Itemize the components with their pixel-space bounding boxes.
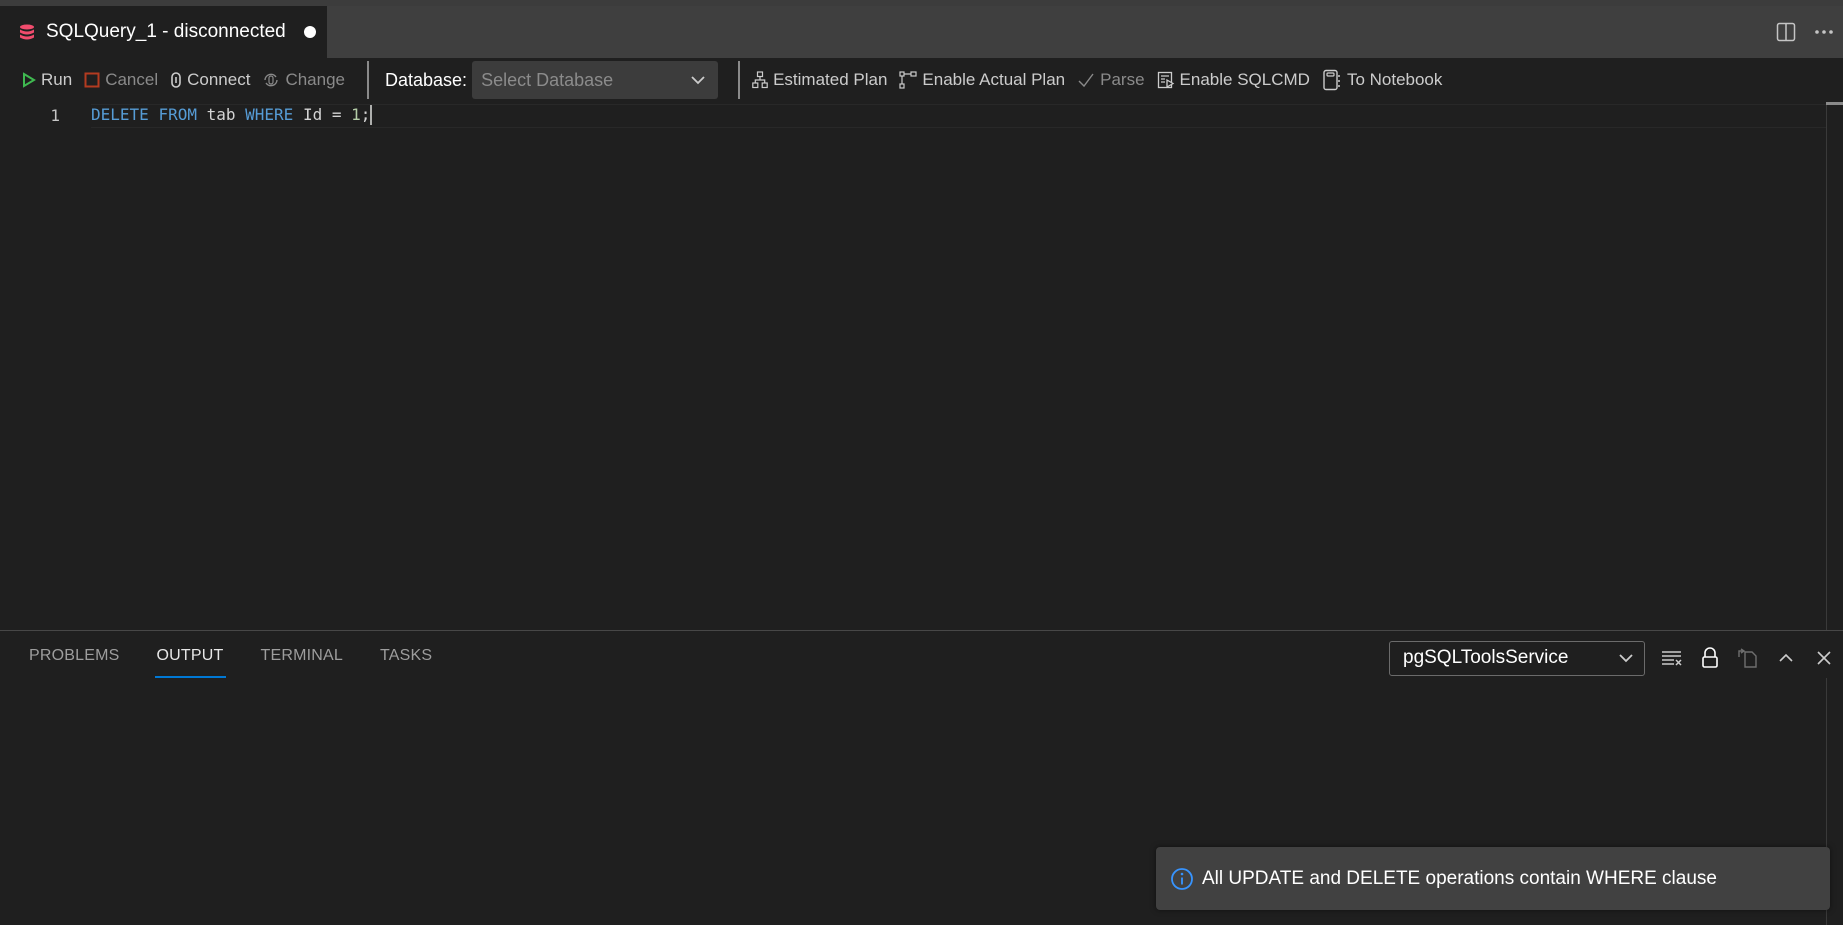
lock-scroll-icon[interactable] <box>1691 640 1729 676</box>
line-number: 1 <box>50 105 60 125</box>
panel-actions: pgSQLToolsService <box>1389 640 1843 676</box>
notification-toast[interactable]: All UPDATE and DELETE operations contain… <box>1156 847 1830 910</box>
change-connection-button[interactable]: Change <box>262 70 345 90</box>
plan-tree-icon <box>752 71 768 89</box>
text-cursor <box>370 105 373 126</box>
database-select[interactable]: Select Database <box>472 61 719 99</box>
close-panel-icon[interactable] <box>1805 640 1843 676</box>
editor-scroll-thumb[interactable] <box>1826 102 1843 105</box>
code-token: FROM <box>158 104 197 124</box>
info-icon <box>1171 867 1193 890</box>
connect-label: Connect <box>187 70 251 89</box>
enable-actual-plan-button[interactable]: Enable Actual Plan <box>899 70 1065 90</box>
panel-tabs: PROBLEMS OUTPUT TERMINAL TASKS <box>29 647 469 678</box>
chevron-down-icon <box>691 76 705 85</box>
run-button[interactable]: Run <box>22 70 72 90</box>
code-token: 1 <box>351 104 361 124</box>
code-token: WHERE <box>245 104 294 124</box>
stop-icon <box>84 72 100 88</box>
check-icon <box>1078 73 1094 88</box>
query-toolbar: Run Cancel Connect Change Database: Sele… <box>0 58 1843 102</box>
code-editor[interactable]: 1 DELETE FROM tab WHERE Id = 1; <box>0 102 1843 630</box>
code-token: DELETE <box>91 104 149 124</box>
sqlcmd-icon <box>1157 71 1174 89</box>
unsaved-indicator-icon[interactable] <box>303 26 316 38</box>
tab-sqlquery[interactable]: SQLQuery_1 - disconnected <box>0 6 327 58</box>
output-channel-select[interactable]: pgSQLToolsService <box>1389 640 1645 676</box>
tab-output[interactable]: OUTPUT <box>154 647 226 678</box>
enable-sqlcmd-label: Enable SQLCMD <box>1179 70 1310 89</box>
tab-title: SQLQuery_1 - disconnected <box>46 21 286 42</box>
split-editor-icon[interactable] <box>1767 13 1805 51</box>
connect-button[interactable]: Connect <box>170 70 250 90</box>
parse-button[interactable]: Parse <box>1077 70 1145 90</box>
estimated-plan-button[interactable]: Estimated Plan <box>752 70 887 90</box>
maximize-panel-icon[interactable] <box>1767 640 1805 676</box>
change-connection-icon <box>264 73 279 87</box>
code-token: Id = <box>293 104 352 124</box>
tab-tasks[interactable]: TASKS <box>380 647 432 677</box>
play-icon <box>23 72 36 88</box>
change-label: Change <box>285 70 345 89</box>
notebook-icon <box>1323 69 1340 91</box>
cancel-button[interactable]: Cancel <box>84 70 158 90</box>
database-select-value: Select Database <box>481 69 614 90</box>
toolbar-separator <box>738 61 741 99</box>
open-output-editor-icon[interactable] <box>1729 640 1767 676</box>
clear-output-icon[interactable] <box>1653 640 1691 676</box>
tab-terminal[interactable]: TERMINAL <box>261 647 344 677</box>
enable-actual-plan-label: Enable Actual Plan <box>922 70 1066 89</box>
to-notebook-button[interactable]: To Notebook <box>1322 69 1442 91</box>
estimated-plan-label: Estimated Plan <box>773 70 888 89</box>
more-actions-icon[interactable] <box>1805 13 1843 51</box>
output-channel-value: pgSQLToolsService <box>1403 647 1569 668</box>
toolbar-separator <box>367 61 369 99</box>
code-token: ; <box>360 104 371 124</box>
tab-problems[interactable]: PROBLEMS <box>29 647 120 677</box>
database-icon <box>20 24 34 40</box>
run-label: Run <box>41 70 73 89</box>
notification-message: All UPDATE and DELETE operations contain… <box>1202 867 1717 889</box>
cancel-label: Cancel <box>105 70 159 89</box>
parse-label: Parse <box>1100 70 1145 89</box>
enable-sqlcmd-button[interactable]: Enable SQLCMD <box>1157 70 1310 90</box>
database-label: Database: <box>385 69 468 90</box>
editor-tab-bar: SQLQuery_1 - disconnected <box>0 6 1843 58</box>
to-notebook-label: To Notebook <box>1346 70 1443 89</box>
plug-icon <box>171 72 181 88</box>
code-token: tab <box>196 104 246 124</box>
actual-plan-icon <box>899 71 918 89</box>
code-text: DELETE FROM tab WHERE Id = 1; <box>91 104 373 126</box>
chevron-down-icon <box>1619 654 1633 663</box>
editor-scrollbar[interactable] <box>1826 102 1827 630</box>
code-line[interactable]: 1 DELETE FROM tab WHERE Id = 1; <box>0 104 1826 128</box>
